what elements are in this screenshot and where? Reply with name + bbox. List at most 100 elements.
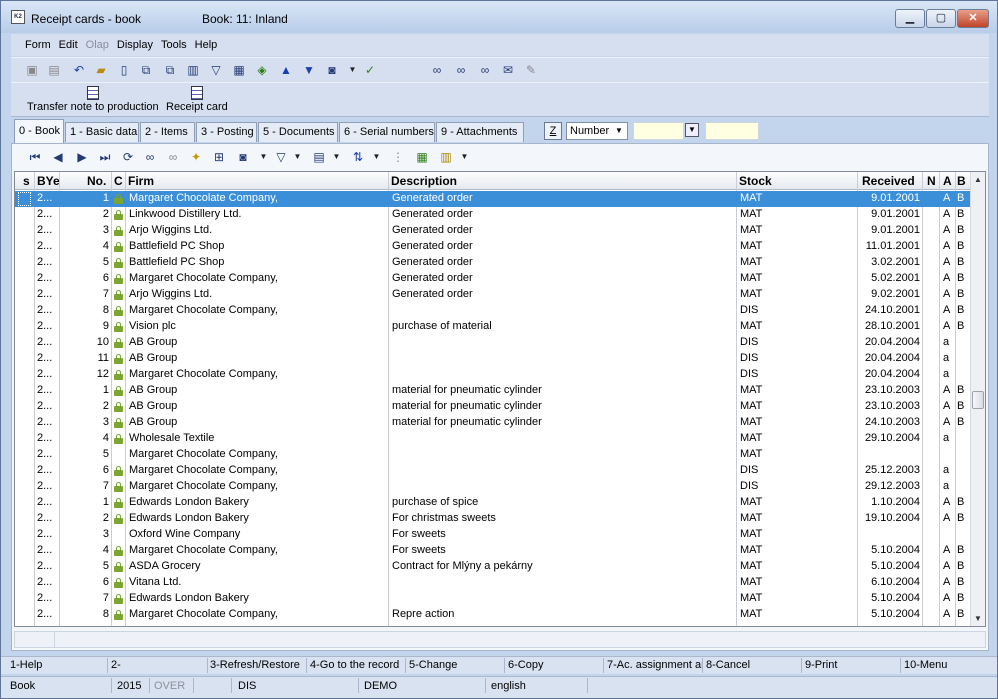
stack-icon[interactable]: ◈ [254,62,270,78]
table-row[interactable]: 2... 1 AB Group material for pneumatic cyli… [15,383,971,399]
previous-record-icon[interactable]: ◀ [50,149,66,165]
column-header-no[interactable]: No. [87,174,106,188]
tab-documents[interactable]: 5 - Documents [258,122,338,142]
menu-form[interactable]: Form [25,39,51,51]
close-button[interactable]: ✕ [957,9,989,28]
add-star-icon[interactable]: ✦ [188,149,204,165]
table-row[interactable]: 2... 7 Edwards London Bakery MAT 5.10.2004 A B [15,591,971,607]
table-row[interactable]: 2... 2 Edwards London Bakery For christmas … [15,511,971,527]
refresh-icon[interactable]: ⟳ [120,149,136,165]
menu-edit[interactable]: Edit [59,39,78,51]
column-header-n[interactable]: N [927,174,936,188]
scroll-thumb[interactable] [972,391,984,409]
search-dropdown-button[interactable]: ▼ [685,123,699,137]
column-header-firm[interactable]: Firm [128,174,154,188]
table-row[interactable]: 2... 8 Margaret Chocolate Company, DIS 24.10… [15,303,971,319]
z-button[interactable]: Z [544,122,562,140]
copy-document-icon[interactable]: ⧉ [138,62,154,78]
column-header-c[interactable]: C [114,174,123,188]
search-input-secondary[interactable] [705,122,759,140]
receipt-card-button[interactable]: Receipt card [166,86,228,113]
row-selector[interactable] [18,192,31,206]
camera-icon[interactable]: ◙ [324,62,340,78]
camera-icon[interactable]: ◙ [235,149,251,165]
open-folder-icon[interactable]: ▰ [93,62,109,78]
save-as-icon[interactable]: ▤ [46,62,62,78]
table-settings-icon[interactable]: ▤ [311,149,327,165]
column-header-received[interactable]: Received [862,174,915,188]
chevron-down-icon[interactable]: ▼ [293,149,302,165]
table-row[interactable]: 2... 3 AB Group material for pneumatic cyli… [15,415,971,431]
undo-icon[interactable]: ↶ [71,62,87,78]
new-document-icon[interactable]: ▯ [116,62,132,78]
scroll-up-icon[interactable]: ▲ [971,172,985,187]
maximize-button[interactable]: ▢ [926,9,956,28]
chevron-down-icon[interactable]: ▼ [460,149,469,165]
chevron-down-icon[interactable]: ▼ [372,149,381,165]
column-header-bye[interactable]: BYe [37,174,60,188]
menu-help[interactable]: Help [195,39,218,51]
f8-cancel-key[interactable]: 8-Cancel [706,659,801,671]
f5-change-key[interactable]: 5-Change [409,659,504,671]
chevron-down-icon[interactable]: ▼ [259,149,268,165]
group-icon[interactable]: ⋮ [390,149,406,165]
columns-icon[interactable]: ▥ [438,149,454,165]
table-row[interactable]: 2... 7 Arjo Wiggins Ltd. Generated order MAT… [15,287,971,303]
book-icon[interactable]: ▥ [185,62,201,78]
tab-book[interactable]: 0 - Book [14,119,64,143]
f4-goto-record-key[interactable]: 4-Go to the record [310,659,405,671]
binoculars-icon[interactable]: ∞ [142,149,158,165]
table-row[interactable]: 2... 2 Linkwood Distillery Ltd. Generated o… [15,207,971,223]
column-header-a[interactable]: A [943,174,952,188]
table-row[interactable]: 2... 1 Margaret Chocolate Company, Generate… [15,191,971,207]
menu-tools[interactable]: Tools [161,39,187,51]
table-row[interactable]: 2... 10 AB Group DIS 20.04.2004 a [15,335,971,351]
tab-basic-data[interactable]: 1 - Basic data [65,122,139,142]
table-row[interactable]: 2... 4 Wholesale Textile MAT 29.10.2004 a [15,431,971,447]
sort-icon[interactable]: ⇅ [350,149,366,165]
tab-attachments[interactable]: 9 - Attachments [436,122,524,142]
next-record-icon[interactable]: ▶ [74,149,90,165]
f1-help-key[interactable]: 1-Help [10,659,100,671]
transfer-note-button[interactable]: Transfer note to production [27,86,159,113]
table-row[interactable]: 2... 6 Vitana Ltd. MAT 6.10.2004 A B [15,575,971,591]
table-row[interactable]: 2... 8 Margaret Chocolate Company, Repre ac… [15,607,971,623]
column-header-stock[interactable]: Stock [739,174,772,188]
vertical-scrollbar[interactable]: ▲ ▼ [970,172,985,626]
report-filter-icon[interactable]: ▦ [231,62,247,78]
table-row[interactable]: 2... 1 Edwards London Bakery purchase of sp… [15,495,971,511]
table-row[interactable]: 2... 12 Margaret Chocolate Company, DIS 20.0… [15,367,971,383]
f6-copy-key[interactable]: 6-Copy [508,659,603,671]
menu-display[interactable]: Display [117,39,153,51]
chevron-down-icon[interactable]: ▼ [348,62,357,78]
f7-assignment-key[interactable]: 7-Ac. assignment ar [607,659,702,671]
arrow-down-icon[interactable]: ▼ [301,62,317,78]
table-row[interactable]: 2... 6 Margaret Chocolate Company, DIS 25.12… [15,463,971,479]
last-record-icon[interactable]: ⏭ [97,149,113,165]
paste-document-icon[interactable]: ⧉ [162,62,178,78]
edit-icon[interactable]: ✎ [523,62,539,78]
save-icon[interactable]: ▣ [24,62,40,78]
column-header-s[interactable]: s [23,174,30,188]
search-input[interactable] [633,122,684,140]
f10-menu-key[interactable]: 10-Menu [904,659,994,671]
table-row[interactable]: 2... 3 Oxford Wine Company For sweets MAT [15,527,971,543]
minimize-button[interactable]: ▁ [895,9,925,28]
table-row[interactable]: 2... 4 Margaret Chocolate Company, For swee… [15,543,971,559]
export-icon[interactable]: ▦ [414,149,430,165]
f3-refresh-key[interactable]: 3-Refresh/Restore [210,659,306,671]
table-row[interactable]: 2... 7 Margaret Chocolate Company, DIS 29.12… [15,479,971,495]
binoculars-next-icon[interactable]: ∞ [477,62,493,78]
table-row[interactable]: 2... 5 ASDA Grocery Contract for Mlýny a pe… [15,559,971,575]
first-record-icon[interactable]: ⏮ [27,149,43,165]
binoculars-find-icon[interactable]: ∞ [453,62,469,78]
filter-icon[interactable]: ▽ [208,62,224,78]
table-row[interactable]: 2... 3 Arjo Wiggins Ltd. Generated order MAT… [15,223,971,239]
table-row[interactable]: 2... 9 Vision plc purchase of material MAT 28… [15,319,971,335]
table-row[interactable]: 2... 5 Battlefield PC Shop Generated order M… [15,255,971,271]
table-row[interactable]: 2... 2 AB Group material for pneumatic cyli… [15,399,971,415]
receipt-cards-grid[interactable]: s BYe No. C Firm Description Stock Recei… [14,171,986,627]
table-row[interactable]: 2... 4 Battlefield PC Shop Generated order M… [15,239,971,255]
column-header-description[interactable]: Description [391,174,457,188]
filter-icon[interactable]: ▽ [273,149,289,165]
